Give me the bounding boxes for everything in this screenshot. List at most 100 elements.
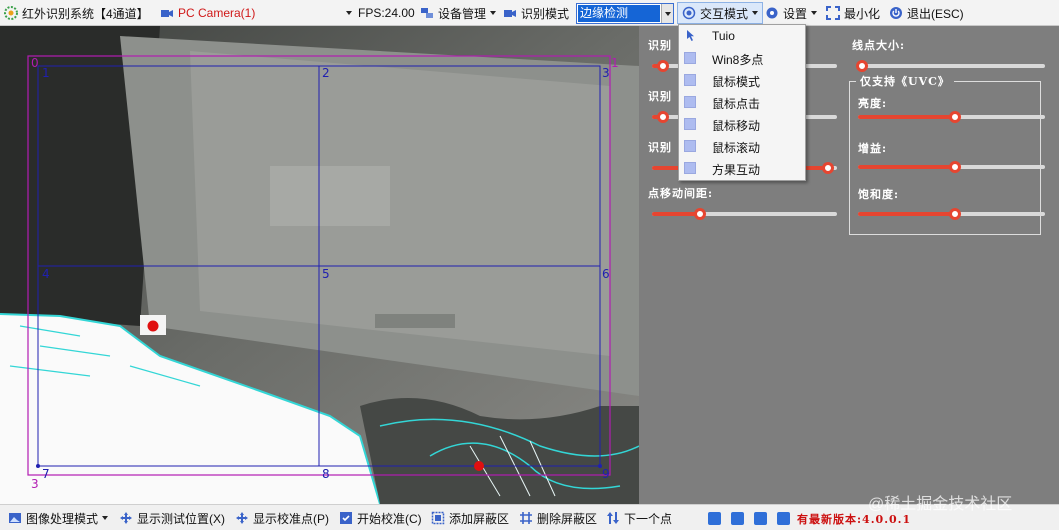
slider-knob[interactable] (949, 161, 962, 173)
camera-feed-image (0, 26, 639, 504)
calibrate-icon (340, 512, 352, 524)
nav-down-button[interactable] (777, 512, 790, 525)
fps-dropdown-caret-icon[interactable] (346, 11, 352, 15)
cell-label: 2 (322, 66, 330, 80)
show-test-position-button[interactable]: 显示测试位置(X) (119, 505, 225, 530)
menu-item-win8[interactable]: Win8多点 (679, 47, 805, 69)
minimize-label: 最小化 (844, 6, 881, 21)
recog-label-3: 识别 (648, 141, 672, 154)
menu-item-mouse-move[interactable]: 鼠标移动 (679, 113, 805, 135)
cell-label: 3 (602, 66, 610, 80)
line-point-size-slider[interactable] (855, 59, 1045, 73)
recognition-mode-text: 识别模式 (521, 6, 570, 21)
detected-point (147, 320, 159, 332)
camera-name: PC Camera(1) (178, 6, 256, 20)
add-mask-label: 添加屏蔽区 (449, 511, 510, 526)
start-calibration-button[interactable]: 开始校准(C) (339, 505, 422, 530)
exit-label: 退出(ESC) (907, 6, 964, 21)
next-point-button[interactable]: 下一个点 (606, 505, 672, 530)
mode-icon (684, 162, 696, 174)
gear-icon (766, 7, 778, 19)
up-down-arrows-icon (607, 512, 619, 524)
add-mask-button[interactable]: 添加屏蔽区 (431, 505, 509, 530)
start-calibration-label: 开始校准(C) (357, 511, 422, 526)
interaction-mode-button[interactable]: 交互模式 (677, 2, 764, 24)
saturation-label: 饱和度: (858, 188, 900, 201)
cell-label: 7 (42, 467, 50, 481)
slider-knob[interactable] (657, 111, 670, 123)
cell-label: 8 (322, 467, 330, 481)
recog-label-2: 识别 (648, 90, 672, 103)
menu-item-tuio[interactable]: Tuio (679, 25, 805, 47)
show-calibration-points-button[interactable]: 显示校准点(P) (235, 505, 329, 530)
menu-item-label: 鼠标模式 (712, 75, 761, 89)
detected-point (474, 461, 484, 471)
brightness-slider[interactable] (858, 110, 1045, 124)
slider-knob[interactable] (821, 162, 834, 174)
recognition-mode-select[interactable]: 边缘检测 (576, 3, 674, 24)
power-icon (890, 7, 902, 19)
image-icon (9, 513, 21, 523)
camera-icon (161, 10, 173, 17)
menu-item-mouse-mode[interactable]: 鼠标模式 (679, 69, 805, 91)
image-mode-button[interactable]: 图像处理模式 (8, 505, 109, 530)
recognition-mode-icon (504, 10, 516, 17)
cell-label: 4 (42, 267, 50, 281)
slider-knob[interactable] (949, 111, 962, 123)
minimize-icon (826, 6, 840, 20)
recognition-mode-dropdown-button[interactable] (661, 4, 673, 23)
settings-caret-icon (811, 11, 818, 15)
menu-item-label: 鼠标滚动 (712, 141, 761, 155)
corner-label: 0 (31, 56, 39, 70)
interaction-mode-caret-icon (752, 11, 759, 15)
nav-up-button[interactable] (708, 512, 721, 525)
menu-item-label: 方果互动 (712, 163, 761, 177)
corner-label: 1 (611, 56, 619, 70)
grid-icon (520, 512, 532, 524)
device-manage-caret-icon (490, 11, 497, 15)
menu-item-mouse-scroll[interactable]: 鼠标滚动 (679, 135, 805, 157)
app-logo-icon (4, 6, 18, 20)
nav-center-button[interactable] (731, 512, 744, 525)
mode-icon (684, 96, 696, 108)
add-mask-icon (431, 511, 445, 525)
saturation-slider[interactable] (858, 207, 1045, 221)
device-manage-icon (421, 8, 433, 18)
remove-mask-button[interactable]: 删除屏蔽区 (519, 505, 597, 530)
slider-knob[interactable] (657, 60, 670, 72)
device-manage-button[interactable]: 设备管理 (420, 0, 497, 26)
exit-button[interactable]: 退出(ESC) (889, 0, 964, 26)
menu-item-fangguo[interactable]: 方果互动 (679, 157, 805, 179)
cell-label: 9 (602, 467, 610, 481)
show-calibration-points-label: 显示校准点(P) (253, 511, 329, 526)
device-manage-label: 设备管理 (438, 6, 487, 21)
settings-button[interactable]: 设置 (765, 0, 818, 26)
fps-readout: FPS:24.00 (346, 0, 415, 26)
minimize-button[interactable]: 最小化 (826, 0, 880, 26)
crosshair-icon (236, 512, 248, 524)
uvc-group-title: 仅支持《UVC》 (856, 73, 954, 89)
move-interval-slider[interactable] (652, 207, 837, 221)
camera-view[interactable]: 0 1 2 3 1 4 5 6 7 8 9 3 (0, 26, 639, 504)
mode-icon (684, 52, 696, 64)
camera-selector[interactable]: PC Camera(1) (160, 0, 255, 26)
recognition-mode-value: 边缘检测 (578, 5, 660, 22)
move-interval-label: 点移动间距: (648, 187, 714, 200)
mode-icon (684, 140, 696, 152)
slider-knob[interactable] (949, 208, 962, 220)
cell-label: 1 (42, 66, 50, 80)
app-title-text: 红外识别系统【4通道】 (22, 6, 149, 21)
mode-icon (684, 118, 696, 130)
slider-knob[interactable] (694, 208, 707, 220)
move-arrows-icon (120, 512, 132, 524)
app-title: 红外识别系统【4通道】 (4, 0, 149, 26)
menu-item-mouse-click[interactable]: 鼠标点击 (679, 91, 805, 113)
gain-slider[interactable] (858, 160, 1045, 174)
watermark: @稀土掘金技术社区 (868, 496, 1013, 513)
top-toolbar: 红外识别系统【4通道】 PC Camera(1) FPS:24.00 设备管理 … (0, 0, 1059, 26)
slider-knob[interactable] (855, 60, 868, 72)
nav-left-right-button[interactable] (754, 512, 767, 525)
brightness-label: 亮度: (858, 97, 888, 110)
line-point-size-label: 线点大小: (852, 39, 906, 52)
interaction-mode-menu: Tuio Win8多点 鼠标模式 鼠标点击 鼠标移动 鼠标滚动 方果互动 (678, 24, 806, 181)
